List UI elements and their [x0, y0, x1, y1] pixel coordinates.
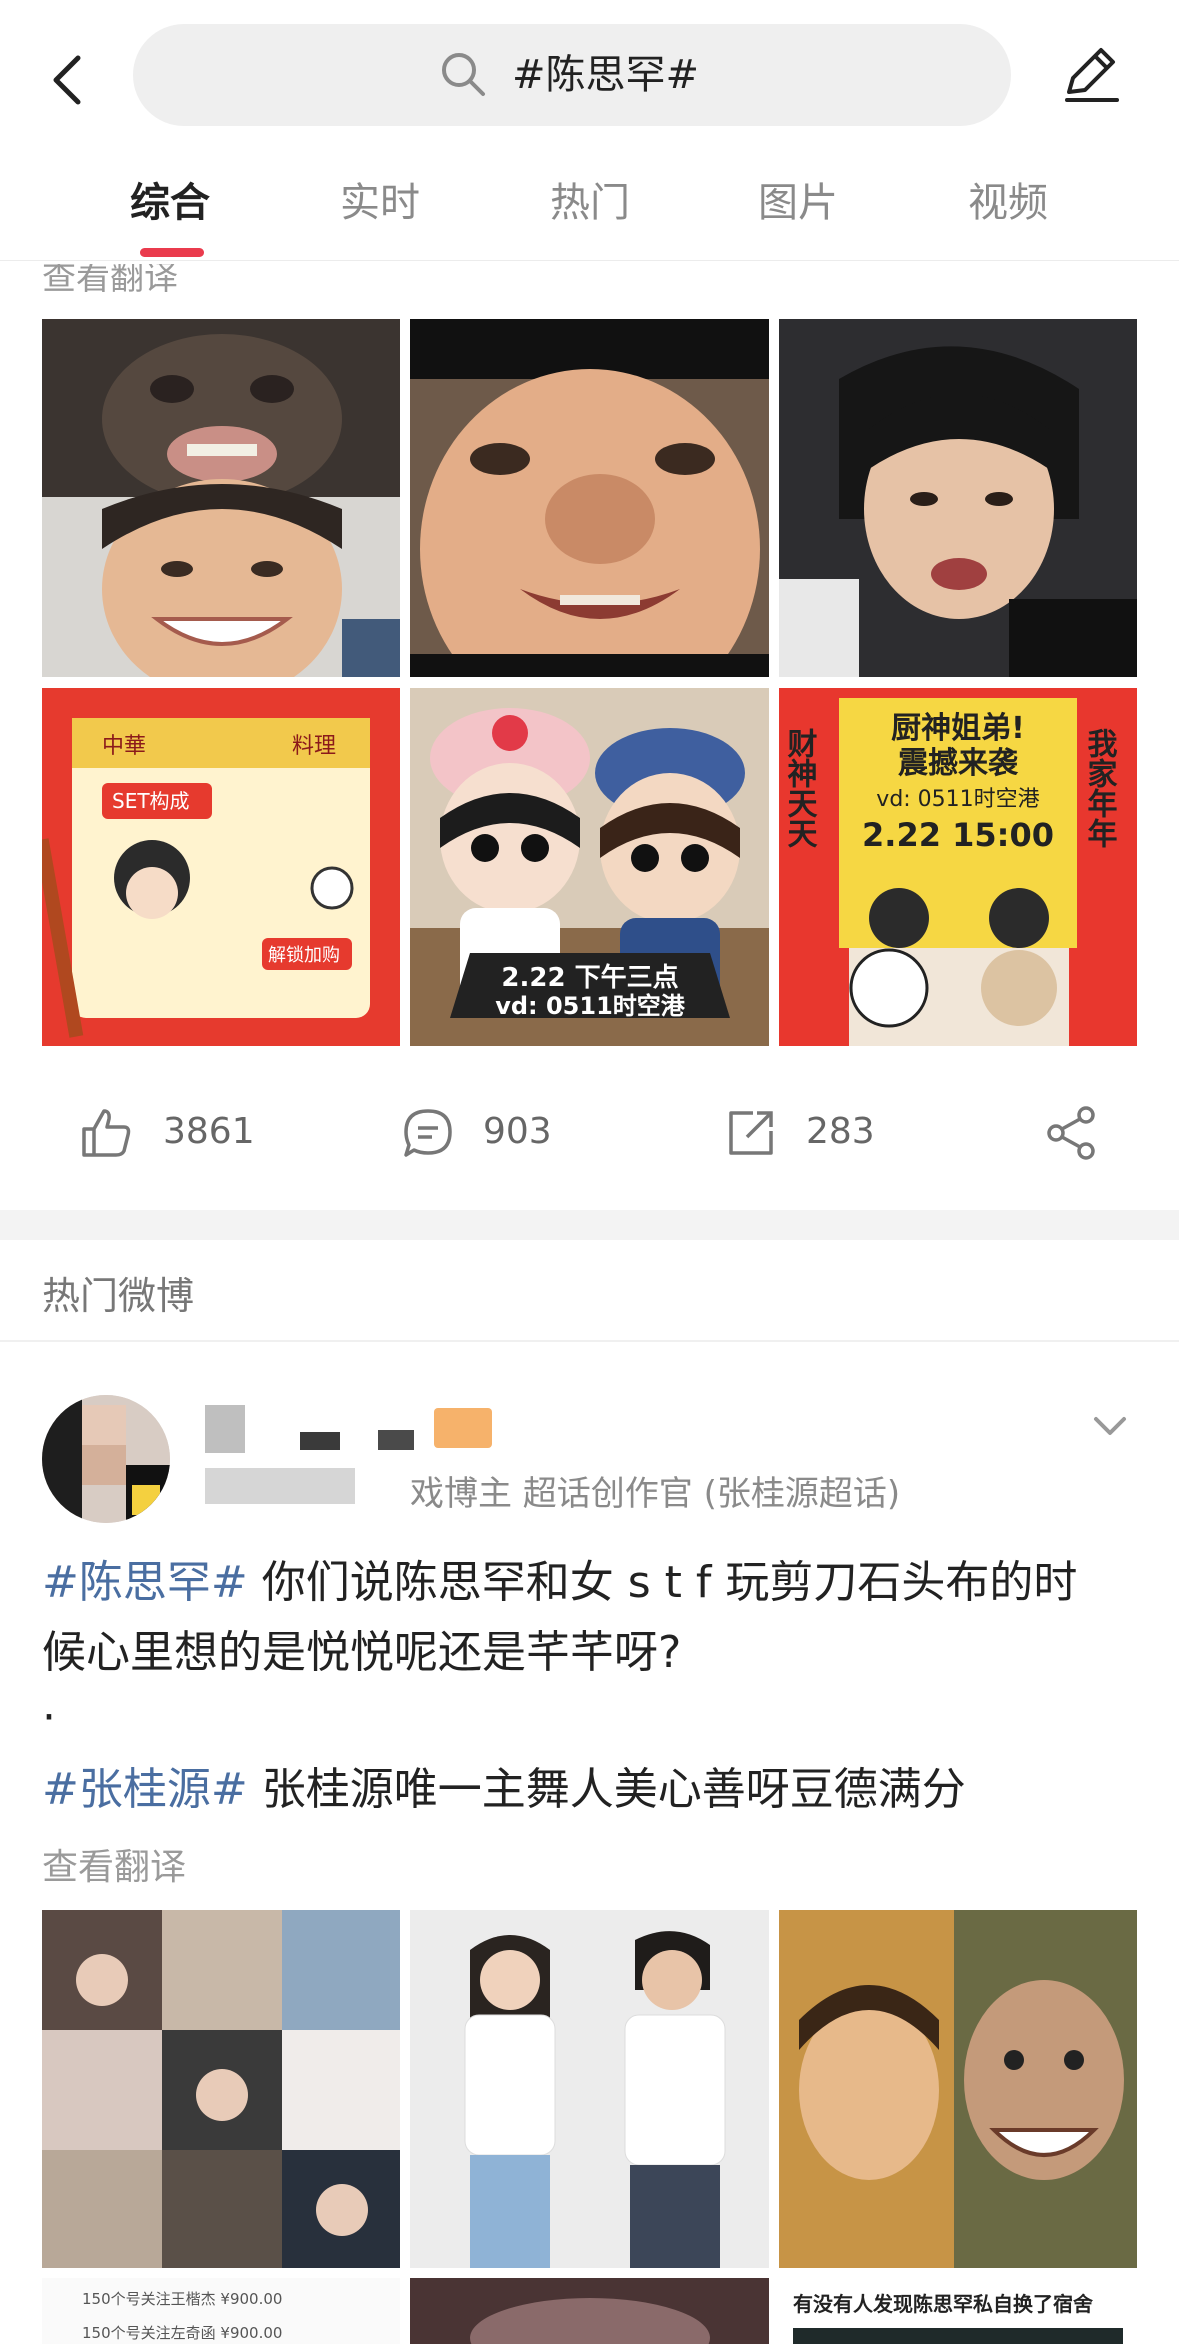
img6-right-couplet: 我家年年	[1082, 728, 1118, 848]
hashtag-link[interactable]: #陈思罕#	[42, 1557, 248, 1608]
img6-left-couplet: 财神天天	[782, 728, 818, 848]
img6-subtitle: vd: 0511时空港	[876, 787, 1039, 812]
post-image-3[interactable]	[779, 319, 1137, 677]
img4-header-left: 中華	[102, 734, 146, 759]
hashtag-link[interactable]: #张桂源#	[42, 1764, 248, 1815]
post-image-7[interactable]	[42, 1910, 400, 2268]
price-row: 150个号关注王楷杰 ¥900.00	[82, 2290, 283, 2308]
img5-caption-1: 2.22 下午三点	[501, 962, 678, 993]
post-image-5[interactable]: 2.22 下午三点 vd: 0511时空港	[410, 688, 769, 1046]
image-strip	[793, 2328, 1123, 2344]
like-icon[interactable]	[78, 1105, 134, 1161]
username-blur[interactable]	[205, 1405, 245, 1453]
img5-caption-2: vd: 0511时空港	[495, 992, 686, 1020]
price-row: 150个号关注左奇函 ¥900.00	[82, 2324, 283, 2342]
section-divider	[0, 1210, 1179, 1240]
user-meta: 戏博主 超话创作官 (张桂源超话)	[410, 1474, 901, 1514]
username-blur[interactable]	[378, 1430, 414, 1450]
back-icon[interactable]	[40, 40, 100, 120]
post-text-line-2: 候心里想的是悦悦呢还是芊芊呀?	[42, 1627, 682, 1678]
repost-icon[interactable]	[723, 1105, 779, 1161]
img6-title-2: 震撼来袭	[898, 746, 1019, 781]
share-icon[interactable]	[1044, 1105, 1100, 1161]
tab-indicator	[140, 248, 204, 257]
section-title: 热门微博	[42, 1274, 195, 1318]
post-text: 张桂源唯一主舞人美心善呀豆德满分	[247, 1764, 966, 1815]
like-count[interactable]: 3861	[163, 1111, 255, 1152]
post-image-12[interactable]: 有没有人发现陈思罕私自换了宿舍	[779, 2278, 1137, 2344]
post-text-line-3: ·	[42, 1692, 56, 1743]
post-image-1[interactable]	[42, 319, 400, 677]
img4-unlock-label: 解锁加购	[268, 945, 340, 966]
repost-count[interactable]: 283	[806, 1111, 875, 1152]
top-bar: #陈思罕#	[0, 0, 1179, 160]
tab-hot[interactable]: 热门	[520, 178, 660, 228]
post-image-2[interactable]	[410, 319, 769, 677]
tab-images[interactable]: 图片	[728, 178, 868, 228]
comment-count[interactable]: 903	[483, 1111, 552, 1152]
image-caption: 有没有人发现陈思罕私自换了宿舍	[793, 2292, 1093, 2316]
search-query: #陈思罕#	[512, 52, 700, 98]
tab-videos[interactable]: 视频	[938, 178, 1078, 228]
tab-bar: 综合 实时 热门 图片 视频	[0, 160, 1179, 260]
divider	[0, 1340, 1179, 1342]
post-image-8[interactable]	[410, 1910, 769, 2268]
translate-link[interactable]: 查看翻译	[42, 1838, 186, 1890]
user-info-blur	[205, 1468, 355, 1504]
post-image-6[interactable]: 厨神姐弟! 震撼来袭 vd: 0511时空港 2.22 15:00 财神天天 我…	[779, 688, 1137, 1046]
post-image-9[interactable]	[779, 1910, 1137, 2268]
divider	[0, 260, 1179, 261]
post-text: 你们说陈思罕和女 s t f 玩剪刀石头布的时	[247, 1557, 1078, 1608]
img4-header-right: 料理	[292, 734, 336, 759]
avatar[interactable]	[42, 1395, 170, 1523]
post-image-4[interactable]: 中華 料理 SET构成 解锁加购	[42, 688, 400, 1046]
img6-title-1: 厨神姐弟!	[891, 711, 1025, 746]
edit-icon[interactable]	[1055, 40, 1125, 110]
vip-badge-icon	[434, 1408, 492, 1448]
post-image-11[interactable]	[410, 2278, 769, 2344]
tab-all[interactable]: 综合	[100, 178, 240, 228]
post-image-10[interactable]: 150个号关注王楷杰 ¥900.00 150个号关注左奇函 ¥900.00	[42, 2278, 400, 2344]
tab-realtime[interactable]: 实时	[310, 178, 450, 228]
comment-icon[interactable]	[400, 1105, 456, 1161]
img4-set-label: SET构成	[112, 789, 190, 813]
post-text-line-1: #陈思罕# 你们说陈思罕和女 s t f 玩剪刀石头布的时	[42, 1553, 1077, 1613]
img6-time: 2.22 15:00	[862, 816, 1054, 854]
post-text-line-4: #张桂源# 张桂源唯一主舞人美心善呀豆德满分	[42, 1760, 966, 1820]
chevron-down-icon[interactable]	[1090, 1405, 1130, 1445]
action-bar: 3861 903 283	[0, 1075, 1179, 1195]
search-icon	[437, 48, 491, 102]
username-blur[interactable]	[300, 1432, 340, 1450]
